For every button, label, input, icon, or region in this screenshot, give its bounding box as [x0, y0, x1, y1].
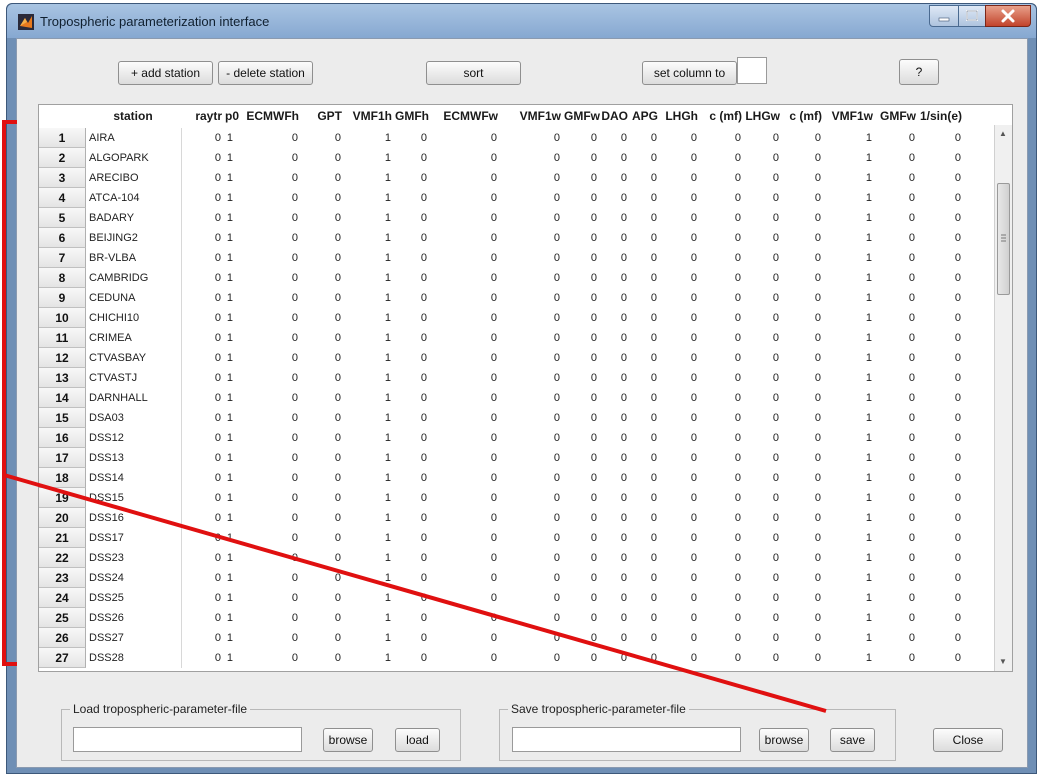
annotation-arrow-line: [3, 473, 827, 713]
annotation-bracket: [2, 120, 17, 666]
annotation-overlay: [2, 120, 827, 713]
